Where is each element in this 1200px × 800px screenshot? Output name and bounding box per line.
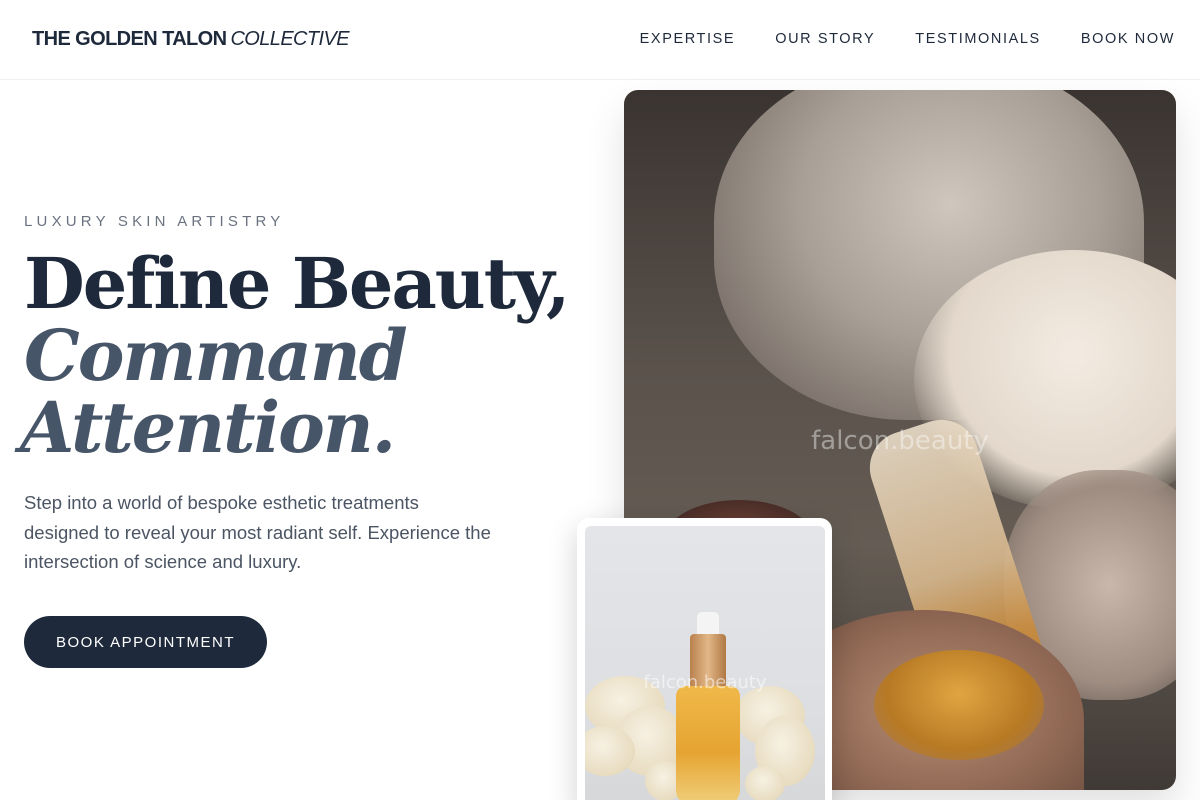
headline-line-1: Define Beauty, <box>24 242 570 325</box>
product-image-card: falcon.beauty <box>577 518 832 800</box>
nav-link-our-story[interactable]: OUR STORY <box>775 31 875 47</box>
image-honey-shape <box>874 650 1044 760</box>
nav-link-book-now[interactable]: BOOK NOW <box>1081 31 1175 47</box>
hero-headline: Define Beauty, Command Attention. <box>20 242 570 464</box>
headline-line-3: Attention. <box>20 386 396 469</box>
bottle-cap <box>697 612 719 636</box>
flower-petal <box>745 766 785 800</box>
nav-menu: EXPERTISE OUR STORY TESTIMONIALS BOOK NO… <box>640 31 1175 47</box>
image-watermark: falcon.beauty <box>811 426 989 456</box>
headline-line-2: Command <box>24 314 408 397</box>
hero-eyebrow: LUXURY SKIN ARTISTRY <box>24 213 285 230</box>
brand-logo[interactable]: THE GOLDEN TALON COLLECTIVE <box>32 28 350 51</box>
book-appointment-button[interactable]: BOOK APPOINTMENT <box>24 616 267 668</box>
nav-link-expertise[interactable]: EXPERTISE <box>640 31 736 47</box>
top-navigation: THE GOLDEN TALON COLLECTIVE EXPERTISE OUR… <box>0 0 1200 80</box>
brand-accent: COLLECTIVE <box>230 28 349 50</box>
nav-link-testimonials[interactable]: TESTIMONIALS <box>915 31 1041 47</box>
brand-name: THE GOLDEN TALON <box>32 28 227 50</box>
product-watermark: falcon.beauty <box>643 672 767 693</box>
hero-description: Step into a world of bespoke esthetic tr… <box>24 492 491 572</box>
serum-bottle <box>676 686 740 800</box>
product-image: falcon.beauty <box>585 526 825 800</box>
